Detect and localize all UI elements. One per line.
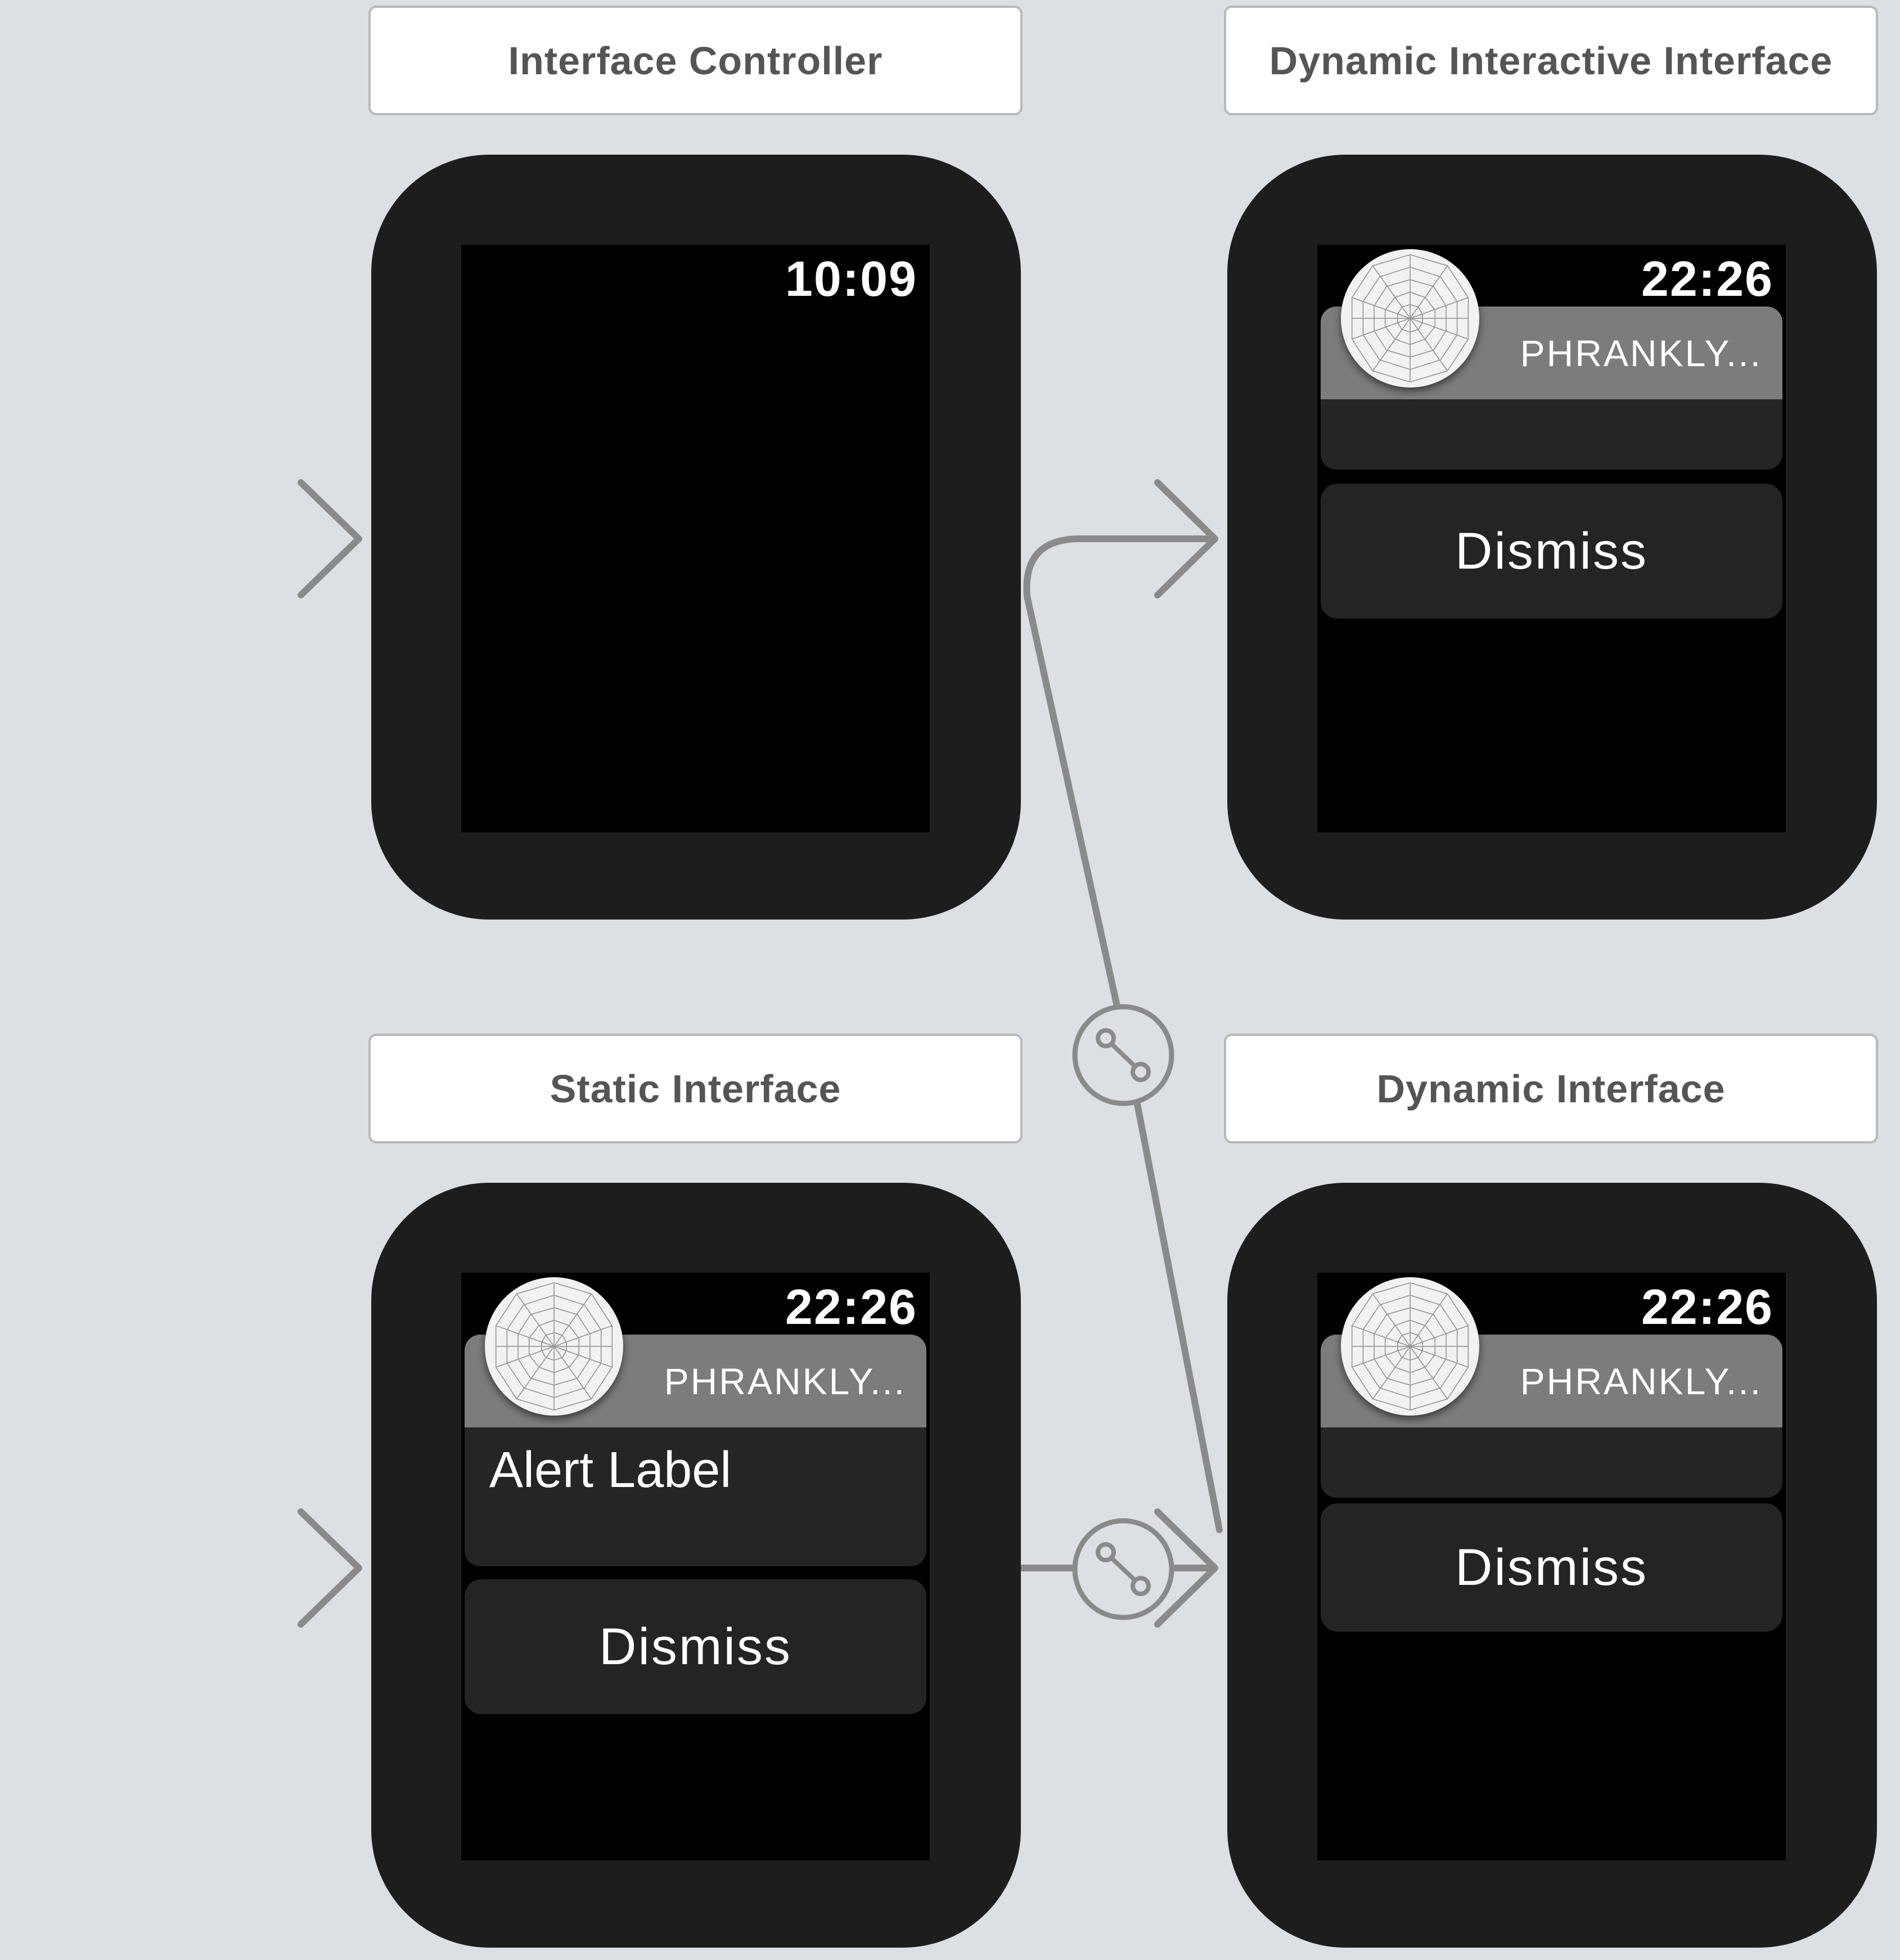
status-time: 10:09: [785, 251, 917, 307]
app-name-label: PHRANKLY...: [664, 1360, 906, 1402]
alert-label: Alert Label: [489, 1442, 732, 1498]
watch-screen: PHRANKLY... Alert Label 22:26 Dismiss: [461, 1273, 930, 1860]
app-name-label: PHRANKLY...: [1520, 1360, 1762, 1402]
watch-screen: 10:09: [461, 245, 930, 832]
scene-title-dynamic-interface[interactable]: Dynamic Interface: [1224, 1034, 1878, 1143]
watch-dynamic-interactive-interface[interactable]: PHRANKLY... 22:26 Dismiss: [1227, 155, 1877, 920]
watch-interface-controller[interactable]: 10:09: [371, 155, 1021, 920]
app-name-label: PHRANKLY...: [1520, 332, 1762, 374]
status-time: 22:26: [1641, 1279, 1773, 1335]
status-time: 22:26: [785, 1279, 917, 1335]
scene-title-label: Dynamic Interface: [1376, 1066, 1726, 1111]
entry-arrow-static-interface[interactable]: [19, 1508, 362, 1628]
dismiss-button[interactable]: Dismiss: [465, 1579, 926, 1714]
scene-title-label: Static Interface: [550, 1066, 841, 1111]
scene-title-interface-controller[interactable]: Interface Controller: [368, 6, 1023, 115]
dismiss-button[interactable]: Dismiss: [1321, 1503, 1782, 1632]
entry-arrow-interface-controller[interactable]: [19, 479, 362, 598]
radar-web-icon: [1341, 1277, 1479, 1416]
segue-icon[interactable]: [1072, 1004, 1174, 1106]
scene-title-dynamic-interactive-interface[interactable]: Dynamic Interactive Interface: [1224, 6, 1878, 115]
dismiss-button[interactable]: Dismiss: [1321, 484, 1782, 619]
radar-web-icon: [1341, 249, 1479, 388]
status-time: 22:26: [1641, 251, 1773, 307]
watch-dynamic-interface[interactable]: PHRANKLY... 22:26 Dismiss: [1227, 1183, 1877, 1948]
segue-icon[interactable]: [1072, 1518, 1174, 1620]
watch-screen: PHRANKLY... 22:26 Dismiss: [1317, 245, 1786, 832]
scene-title-label: Interface Controller: [508, 38, 883, 83]
watch-static-interface[interactable]: PHRANKLY... Alert Label 22:26 Dismiss: [371, 1183, 1021, 1948]
scene-title-label: Dynamic Interactive Interface: [1269, 38, 1833, 83]
watch-screen: PHRANKLY... 22:26 Dismiss: [1317, 1273, 1786, 1860]
radar-web-icon: [485, 1277, 623, 1416]
scene-title-static-interface[interactable]: Static Interface: [368, 1034, 1023, 1143]
